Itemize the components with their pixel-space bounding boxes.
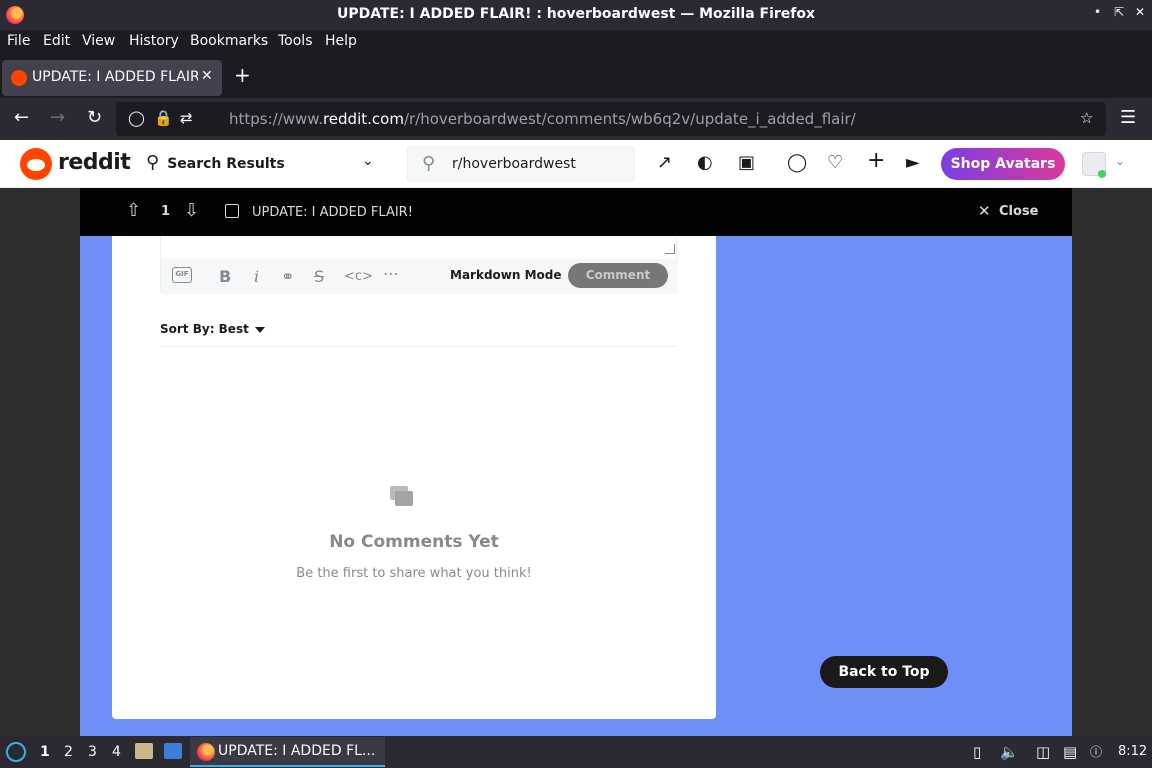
comments-icon — [390, 486, 414, 508]
subreddit-search-value: r/hoverboardwest — [452, 156, 576, 172]
menu-history[interactable]: History — [129, 33, 179, 49]
close-post-icon[interactable]: ✕ — [978, 202, 991, 220]
create-post-icon[interactable]: + — [867, 148, 885, 173]
file-manager-icon[interactable] — [135, 743, 153, 759]
minimize-icon[interactable]: • — [1094, 5, 1101, 19]
close-post-button[interactable]: Close — [999, 204, 1038, 219]
sort-by-dropdown[interactable]: Sort By: Best — [160, 322, 265, 336]
back-icon[interactable]: ← — [14, 107, 29, 128]
online-status-dot — [1098, 170, 1106, 178]
permissions-icon[interactable]: ⇄ — [180, 109, 193, 127]
menu-help[interactable]: Help — [325, 33, 357, 49]
markdown-mode-button[interactable]: Markdown Mode — [450, 268, 562, 282]
volume-icon[interactable]: 🔈 — [1000, 743, 1019, 761]
resize-grip-icon[interactable] — [665, 244, 675, 254]
italic-icon[interactable]: i — [254, 267, 259, 286]
inline-code-icon[interactable]: <c> — [344, 269, 373, 284]
start-menu-icon[interactable] — [6, 742, 26, 762]
vote-count: 1 — [161, 204, 171, 219]
more-options-icon[interactable]: ⋯ — [383, 264, 399, 283]
updates-icon[interactable]: ⓘ — [1090, 743, 1102, 760]
notes-icon[interactable]: ◫ — [1036, 743, 1050, 761]
post-top-bar: ⇧ 1 ⇩ UPDATE: I ADDED FLAIR! ✕ Close — [80, 188, 1072, 236]
menu-edit[interactable]: Edit — [43, 33, 70, 49]
reload-icon[interactable]: ↻ — [87, 107, 102, 128]
window-title: UPDATE: I ADDED FLAIR! : hoverboardwest … — [336, 6, 816, 22]
menu-file[interactable]: File — [7, 33, 30, 49]
new-tab-icon[interactable]: + — [234, 63, 251, 87]
window-titlebar: UPDATE: I ADDED FLAIR! : hoverboardwest … — [0, 0, 1152, 30]
comment-editor[interactable]: GIF B i ⚭ S <c> ⋯ Markdown Mode Comment — [160, 236, 678, 294]
nav-bar: ← → ↻ ◯ 🔒 ⇄ https://www.reddit.com/r/hov… — [0, 98, 1152, 140]
no-comments-subtitle: Be the first to share what you think! — [296, 566, 532, 581]
strikethrough-icon[interactable]: S — [314, 267, 324, 286]
editor-toolbar: GIF B i ⚭ S <c> ⋯ Markdown Mode Comment — [161, 259, 678, 294]
maximize-icon[interactable]: ⇱ — [1114, 5, 1124, 19]
reddit-logo-icon[interactable] — [20, 148, 52, 180]
workspace-4[interactable]: 4 — [112, 744, 121, 760]
link-icon[interactable]: ⚭ — [281, 267, 294, 286]
reddit-header: reddit ⚲ Search Results ⌄ ⚲ r/hoverboardw… — [0, 140, 1152, 188]
popular-icon[interactable]: ↗ — [657, 152, 672, 173]
task-label: UPDATE: I ADDED FL... — [218, 743, 376, 759]
tab-active[interactable]: UPDATE: I ADDED FLAIR! ✕ — [2, 60, 222, 96]
clock: 8:12 — [1118, 744, 1148, 759]
gif-icon[interactable]: GIF — [172, 267, 192, 283]
close-window-icon[interactable]: ✕ — [1135, 5, 1145, 19]
firefox-icon — [197, 743, 215, 761]
network-icon[interactable]: ▤ — [1063, 743, 1077, 761]
no-comments-title: No Comments Yet — [329, 532, 499, 552]
reddit-wordmark[interactable]: reddit — [58, 150, 131, 175]
chevron-down-icon[interactable]: ⌄ — [362, 153, 374, 169]
tab-close-icon[interactable]: ✕ — [201, 68, 213, 84]
show-desktop-icon[interactable] — [164, 743, 182, 759]
menu-view[interactable]: View — [82, 33, 115, 49]
post-overlay: ⇧ 1 ⇩ UPDATE: I ADDED FLAIR! ✕ Close GIF… — [0, 188, 1152, 736]
bold-icon[interactable]: B — [219, 267, 231, 286]
menu-tools[interactable]: Tools — [278, 33, 313, 49]
subreddit-search-input[interactable]: ⚲ r/hoverboardwest — [407, 146, 635, 182]
workspace-2[interactable]: 2 — [64, 744, 73, 760]
menu-bookmarks[interactable]: Bookmarks — [190, 33, 268, 49]
tab-label: UPDATE: I ADDED FLAIR! — [32, 69, 198, 85]
post-title: UPDATE: I ADDED FLAIR! — [252, 205, 413, 220]
divider — [160, 346, 677, 347]
lock-icon[interactable]: 🔒 — [154, 109, 173, 127]
shield-icon[interactable]: ◯ — [128, 109, 145, 127]
bookmark-star-icon[interactable]: ☆ — [1080, 109, 1093, 127]
app-menu-icon[interactable]: ☰ — [1120, 107, 1136, 128]
search-icon: ⚲ — [422, 153, 436, 174]
reddit-favicon-icon — [11, 70, 27, 86]
shop-avatars-button[interactable]: Shop Avatars — [941, 148, 1065, 180]
user-menu-chevron-icon[interactable]: ⌄ — [1115, 154, 1125, 168]
comment-button[interactable]: Comment — [568, 263, 668, 288]
forward-icon[interactable]: → — [50, 107, 65, 128]
back-to-top-button[interactable]: Back to Top — [820, 656, 948, 688]
post-text-icon — [225, 204, 239, 218]
url-text[interactable]: https://www.reddit.com/r/hoverboardwest/… — [229, 110, 856, 128]
downvote-icon[interactable]: ⇩ — [184, 200, 199, 221]
clipboard-icon[interactable]: ▯ — [973, 743, 981, 761]
system-taskbar: 1 2 3 4 UPDATE: I ADDED FL... ▯ 🔈 ◫ ▤ ⓘ … — [0, 736, 1152, 768]
video-icon[interactable]: ▣ — [738, 152, 755, 173]
search-icon: ⚲ — [146, 152, 160, 173]
coins-icon[interactable]: ◐ — [697, 152, 713, 173]
caret-down-icon — [254, 326, 265, 333]
notification-bell-icon[interactable]: ♡ — [827, 152, 843, 173]
workspace-1[interactable]: 1 — [40, 744, 50, 760]
url-bar[interactable]: ◯ 🔒 ⇄ https://www.reddit.com/r/hoverboar… — [116, 102, 1106, 136]
menu-bar: File Edit View History Bookmarks Tools H… — [0, 30, 1152, 56]
taskbar-firefox-task[interactable]: UPDATE: I ADDED FL... — [190, 737, 385, 767]
chat-icon[interactable]: ◯ — [787, 152, 807, 173]
upvote-icon[interactable]: ⇧ — [126, 200, 141, 221]
workspace-3[interactable]: 3 — [88, 744, 97, 760]
post-content-panel: GIF B i ⚭ S <c> ⋯ Markdown Mode Comment … — [112, 236, 716, 719]
tab-strip: UPDATE: I ADDED FLAIR! ✕ — [0, 56, 1152, 98]
advertise-megaphone-icon[interactable]: ► — [906, 152, 920, 173]
search-results-dropdown[interactable]: ⚲ Search Results — [146, 152, 285, 173]
